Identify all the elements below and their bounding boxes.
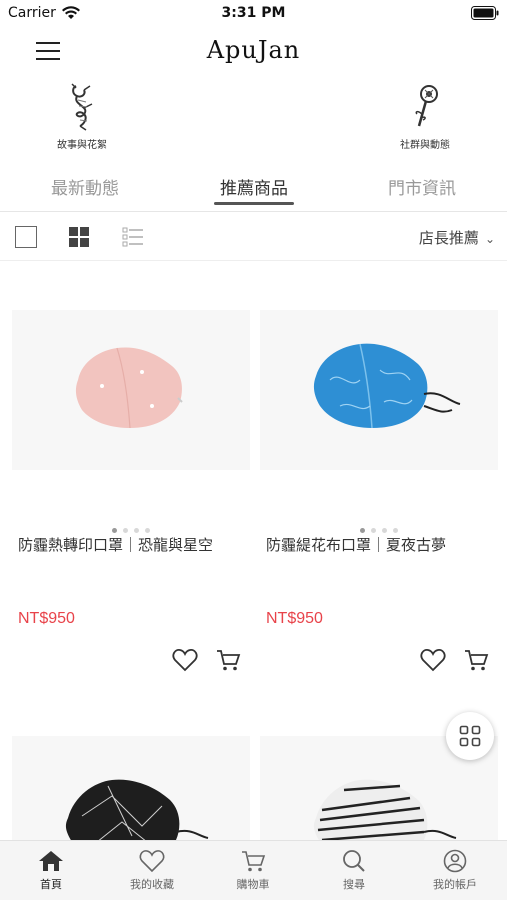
feature-story-label: 故事與花絮 (57, 140, 107, 151)
search-icon (343, 850, 365, 872)
product-name[interactable]: 防霾熱轉印口罩｜恐龍與星空 (18, 534, 248, 555)
nav-home[interactable]: 首頁 (1, 849, 101, 892)
top-bar: ApuJan (0, 30, 507, 76)
flower-illustration-icon (415, 85, 438, 127)
battery-icon (471, 6, 499, 20)
status-time: 3:31 PM (221, 5, 286, 21)
account-icon (443, 849, 467, 873)
floating-menu-button[interactable] (446, 712, 494, 760)
product-image[interactable] (12, 310, 250, 470)
nav-account[interactable]: 我的帳戶 (405, 849, 505, 892)
cart-icon[interactable] (215, 648, 241, 672)
nav-search[interactable]: 搜尋 (304, 849, 404, 892)
chevron-down-icon: ⌄ (484, 232, 495, 246)
home-icon (39, 851, 63, 871)
brand-logo: ApuJan (206, 36, 301, 64)
product-card[interactable] (12, 736, 250, 840)
view-toolbar: 店長推薦 ⌄ (0, 213, 507, 261)
product-card[interactable]: 防霾緹花布口罩｜夏夜古夢 NT$950 (260, 310, 498, 672)
product-price: NT$950 (266, 610, 323, 627)
bottom-navigation: 首頁 我的收藏 購物車 搜尋 我的帳戶 (0, 840, 507, 900)
product-price: NT$950 (18, 610, 75, 627)
nav-favorites[interactable]: 我的收藏 (102, 849, 202, 892)
nav-home-label: 首頁 (40, 878, 62, 891)
section-tabs: 最新動態 推薦商品 門市資訊 (0, 166, 507, 212)
sort-dropdown[interactable]: 店長推薦 ⌄ (419, 227, 495, 248)
active-tab-indicator (214, 202, 294, 205)
sort-label: 店長推薦 (418, 229, 479, 247)
status-bar: Carrier 3:31 PM (0, 0, 507, 30)
product-image[interactable] (12, 736, 250, 840)
cart-icon[interactable] (463, 648, 489, 672)
dragon-illustration-icon (71, 83, 93, 131)
product-card[interactable]: 防霾熱轉印口罩｜恐龍與星空 NT$950 (12, 310, 250, 672)
nav-account-label: 我的帳戶 (433, 878, 477, 891)
feature-community-label: 社群與動態 (400, 140, 450, 151)
heart-icon[interactable] (172, 648, 198, 672)
nav-cart[interactable]: 購物車 (203, 849, 303, 892)
list-view-icon[interactable] (122, 226, 144, 248)
heart-icon (139, 850, 165, 873)
tab-recommended-products[interactable]: 推薦商品 (194, 174, 314, 199)
tab-store-info[interactable]: 門市資訊 (362, 174, 482, 199)
product-grid: 防霾熱轉印口罩｜恐龍與星空 NT$950 防霾緹花布口罩｜夏夜古夢 NT$950 (0, 262, 507, 840)
cart-icon (242, 851, 266, 872)
tab-latest-news[interactable]: 最新動態 (25, 174, 145, 199)
nav-search-label: 搜尋 (343, 878, 365, 891)
nav-cart-label: 購物車 (236, 878, 270, 891)
single-view-icon[interactable] (15, 226, 37, 248)
feature-community-link[interactable]: 社群與動態 (380, 80, 470, 151)
grid-menu-icon (459, 725, 481, 747)
feature-story-link[interactable]: 故事與花絮 (37, 80, 127, 151)
product-image[interactable] (260, 310, 498, 470)
grid-view-icon[interactable] (68, 226, 90, 248)
product-name[interactable]: 防霾緹花布口罩｜夏夜古夢 (266, 534, 496, 555)
heart-icon[interactable] (420, 648, 446, 672)
nav-favorites-label: 我的收藏 (130, 878, 174, 891)
